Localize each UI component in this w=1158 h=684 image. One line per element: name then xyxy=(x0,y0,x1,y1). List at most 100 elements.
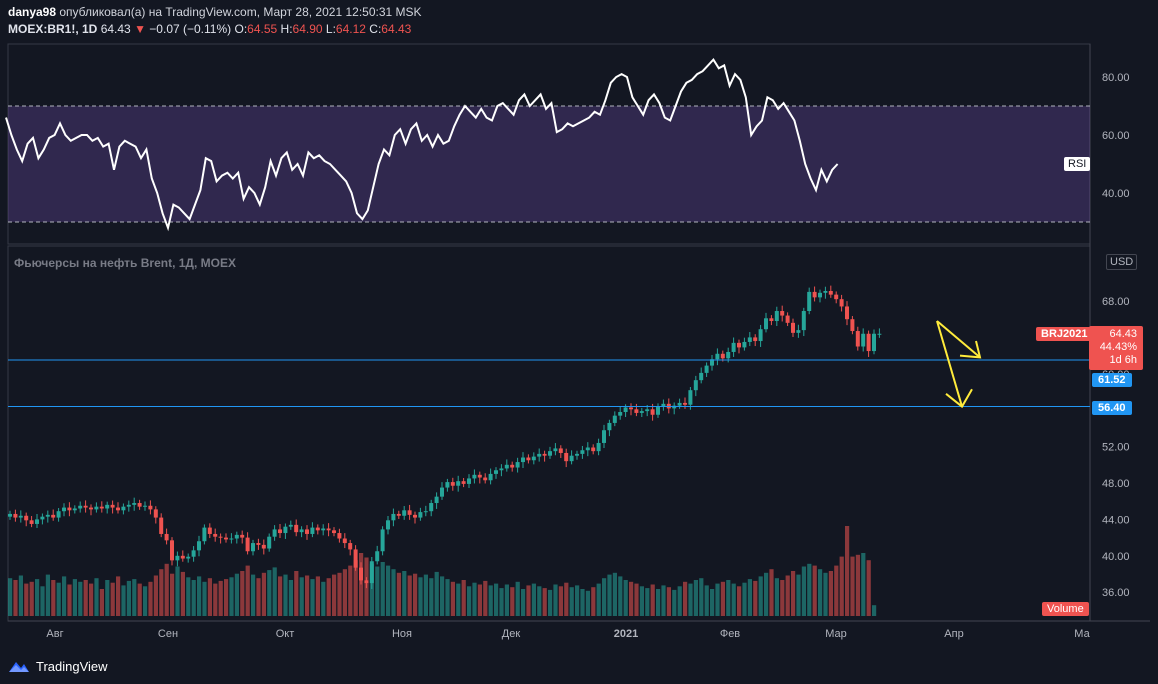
chart-canvas[interactable]: 80.0060.0040.0068.0064.0060.0056.0052.00… xyxy=(0,0,1158,650)
volume-label[interactable]: Volume xyxy=(1042,602,1089,616)
volume-bar xyxy=(413,573,418,616)
level-tag-56: 56.40 xyxy=(1092,401,1132,415)
candle-body xyxy=(429,503,434,512)
volume-bar xyxy=(807,563,812,616)
candle-body xyxy=(24,515,29,521)
candle-body xyxy=(105,504,110,509)
volume-bar xyxy=(240,571,245,616)
candle-body xyxy=(18,515,23,518)
candle-body xyxy=(704,365,709,373)
candle-body xyxy=(413,514,417,518)
candle-body xyxy=(191,550,196,557)
volume-bar xyxy=(494,583,499,616)
volume-bar xyxy=(396,572,401,616)
volume-bar xyxy=(337,572,342,616)
volume-bar xyxy=(769,569,774,616)
volume-bar xyxy=(288,580,293,616)
candle-body xyxy=(683,402,687,405)
volume-bar xyxy=(197,576,202,616)
candle-body xyxy=(472,474,477,479)
candle-body xyxy=(839,299,844,307)
volume-bar xyxy=(553,584,558,616)
volume-bar xyxy=(94,578,99,616)
candle-body xyxy=(89,507,93,510)
candle-body xyxy=(153,509,158,518)
time-tick-label: Мар xyxy=(825,628,847,640)
candle-body xyxy=(407,510,412,515)
volume-bar xyxy=(710,589,715,616)
volume-bar xyxy=(683,581,688,616)
volume-bar xyxy=(715,583,720,616)
volume-bar xyxy=(261,572,266,616)
candle-body xyxy=(402,510,407,516)
volume-bar xyxy=(126,580,131,616)
volume-bar xyxy=(461,580,466,616)
candle-body xyxy=(461,481,466,484)
candle-body xyxy=(110,504,115,508)
candle-body xyxy=(126,504,131,507)
volume-bar xyxy=(564,582,569,616)
volume-bar xyxy=(159,569,164,616)
volume-bar xyxy=(267,570,272,616)
volume-bar xyxy=(440,576,445,616)
candle-body xyxy=(780,311,785,316)
candle-body xyxy=(256,543,261,545)
candle-body xyxy=(35,519,39,524)
volume-bar xyxy=(796,574,801,616)
candle-body xyxy=(639,411,644,413)
candle-body xyxy=(747,337,752,342)
volume-bar xyxy=(170,573,175,616)
candle-body xyxy=(742,341,747,348)
candle-body xyxy=(51,514,56,518)
volume-bar xyxy=(839,556,844,616)
candle-body xyxy=(440,487,444,497)
candle-body xyxy=(477,474,482,478)
volume-bar xyxy=(607,574,612,616)
volume-bar xyxy=(202,581,207,616)
volume-bar xyxy=(321,581,326,616)
volume-bar xyxy=(499,588,504,616)
volume-bar xyxy=(737,586,742,616)
candle-body xyxy=(62,507,66,512)
volume-bar xyxy=(666,587,671,616)
volume-bar xyxy=(207,578,212,616)
candle-body xyxy=(396,513,401,516)
candle-body xyxy=(359,567,363,581)
volume-bar xyxy=(785,575,790,616)
volume-bar xyxy=(872,605,877,616)
candle-body xyxy=(591,447,596,452)
time-tick-label: Апр xyxy=(944,628,963,640)
price-tag-countdown: 1d 6h xyxy=(1109,354,1137,366)
time-tick-label: 2021 xyxy=(614,628,638,640)
volume-bar xyxy=(823,572,828,616)
volume-bar xyxy=(153,575,158,616)
candle-body xyxy=(180,555,185,559)
volume-bar xyxy=(731,583,736,616)
candle-body xyxy=(548,451,552,456)
candle-body xyxy=(278,529,282,534)
volume-bar xyxy=(143,586,148,616)
candle-body xyxy=(553,448,558,452)
volume-bar xyxy=(548,589,553,616)
candle-body xyxy=(240,534,245,538)
rsi-label[interactable]: RSI xyxy=(1064,157,1091,171)
volume-bar xyxy=(726,580,731,616)
volume-bar xyxy=(677,586,682,616)
volume-bar xyxy=(229,577,234,616)
volume-bar xyxy=(774,578,779,616)
candle-body xyxy=(758,329,763,342)
volume-bar xyxy=(305,575,310,616)
currency-label[interactable]: USD xyxy=(1106,254,1138,270)
volume-bar xyxy=(234,573,239,616)
volume-bar xyxy=(386,565,391,616)
volume-bar xyxy=(245,565,250,616)
candle-body xyxy=(515,462,520,468)
candle-body xyxy=(121,506,126,511)
footer-brand: TradingView xyxy=(36,658,108,674)
candle-body xyxy=(261,544,266,549)
volume-bar xyxy=(434,571,439,616)
volume-bar xyxy=(661,585,666,616)
candle-body xyxy=(526,457,531,461)
tradingview-footer[interactable]: TradingView xyxy=(8,656,108,676)
volume-bar xyxy=(612,572,617,616)
